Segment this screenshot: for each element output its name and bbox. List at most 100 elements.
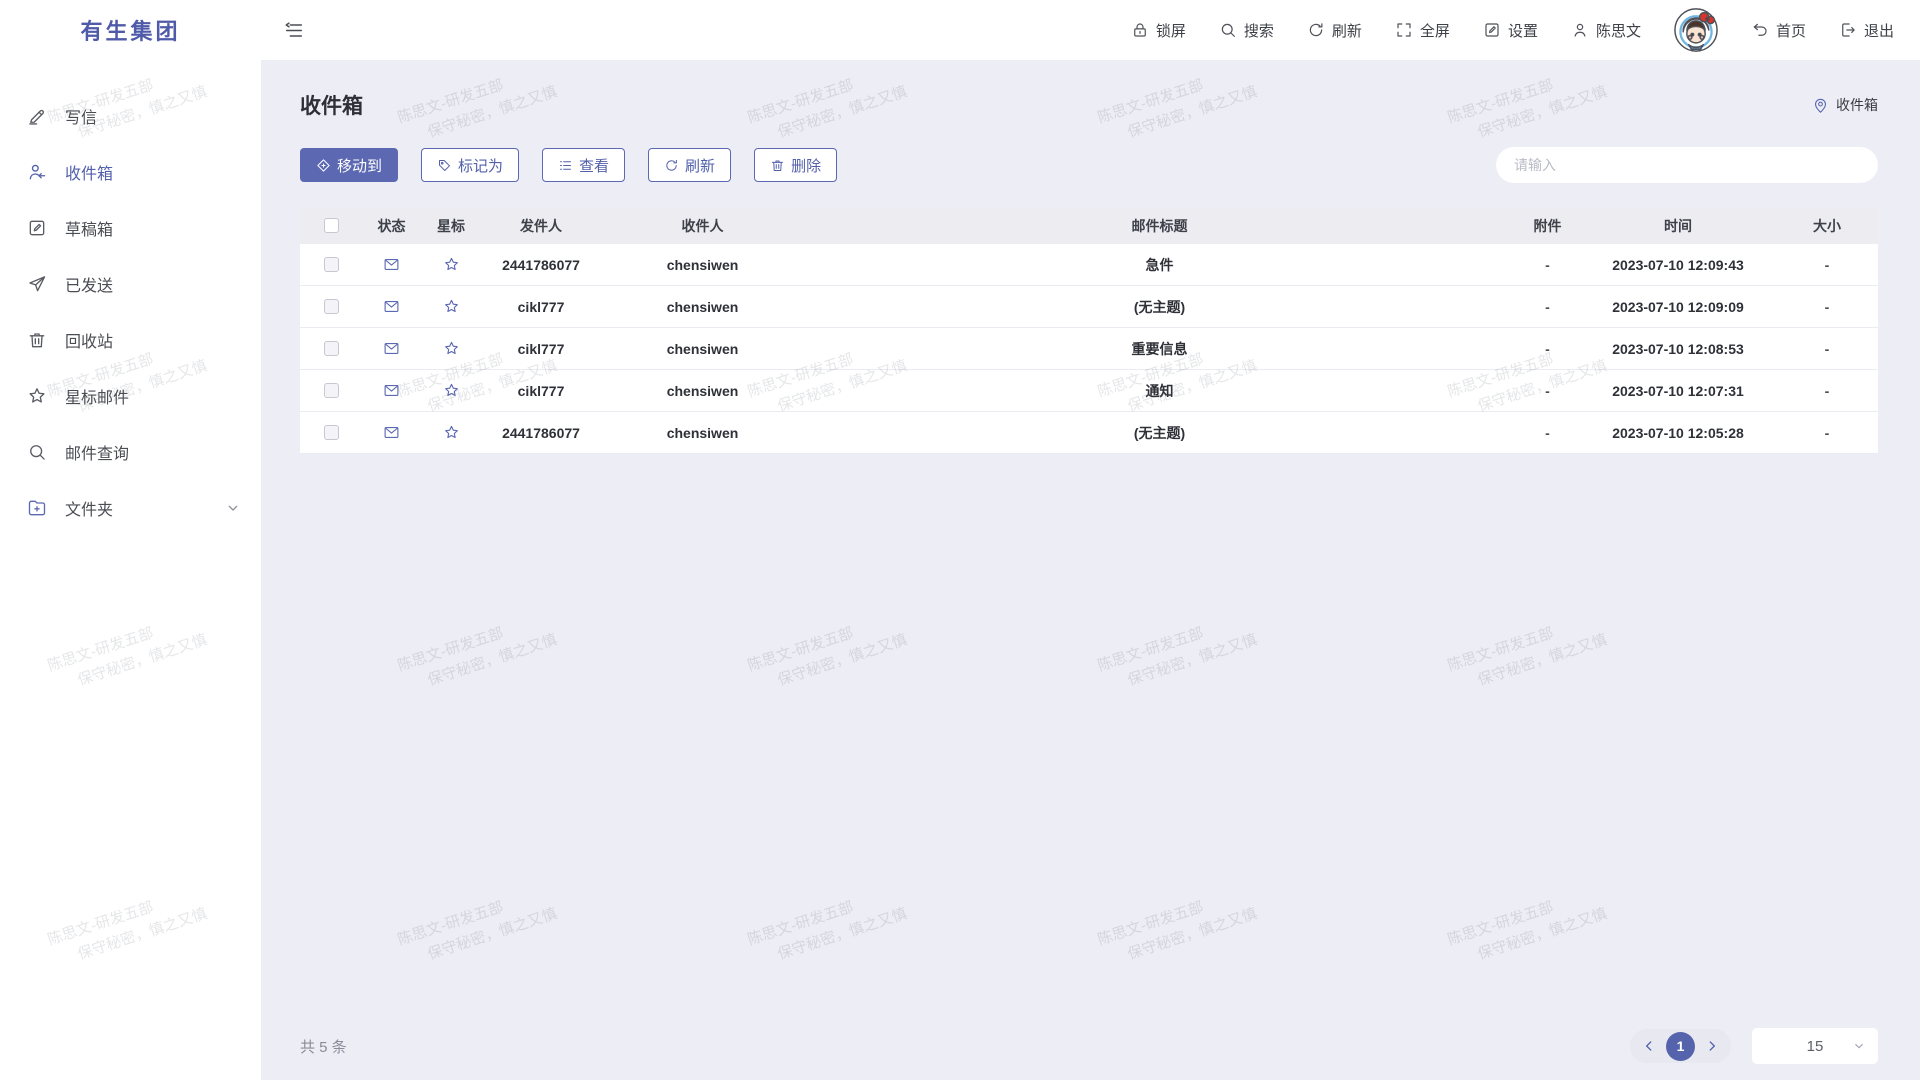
sidebar-item[interactable]: 回收站 [0,312,261,368]
topbar-item[interactable]: 刷新 [1307,20,1362,41]
toolbar-button-icon [558,158,573,173]
sidebar-item-icon [27,386,47,406]
toolbar: 移动到 标记为 查看 刷新 删除 [300,147,1878,183]
main-content: 收件箱 收件箱 移动到 标记为 查看 刷新 [261,60,1920,1080]
sidebar-item-label: 星标邮件 [65,384,129,408]
row-checkbox[interactable] [324,341,339,356]
toolbar-button[interactable]: 移动到 [300,148,398,182]
unread-envelope-icon [383,382,400,399]
col-header-subject: 邮件标题 [804,216,1515,236]
topbar-item[interactable]: 搜索 [1219,20,1274,41]
toolbar-button-icon [316,158,331,173]
toolbar-button[interactable]: 删除 [754,148,837,182]
topbar-item-label: 全屏 [1420,20,1450,41]
app-logo: 有生集团 [0,0,261,60]
toolbar-button-label: 刷新 [685,155,715,176]
table-row[interactable]: 2441786077 chensiwen (无主题) - 2023-07-10 … [300,412,1878,454]
sidebar-item-icon [27,330,47,350]
mail-table: 状态 星标 发件人 收件人 邮件标题 附件 时间 大小 2441786077 c… [300,207,1878,454]
sidebar-item-label: 收件箱 [65,160,113,184]
col-header-time: 时间 [1580,216,1776,236]
topbar-item-icon [1483,21,1501,39]
topbar-item[interactable]: 陈思文 [1571,20,1641,41]
unread-envelope-icon [383,424,400,441]
toolbar-button-icon [664,158,679,173]
table-body: 2441786077 chensiwen 急件 - 2023-07-10 12:… [300,244,1878,454]
toolbar-button-icon [437,158,452,173]
row-sender: cikl777 [481,299,601,315]
pager: 1 [1630,1029,1731,1063]
table-row[interactable]: cikl777 chensiwen (无主题) - 2023-07-10 12:… [300,286,1878,328]
sidebar-item-icon [27,274,47,294]
toolbar-button-icon [770,158,785,173]
prev-page-icon[interactable] [1642,1039,1656,1053]
page-number[interactable]: 1 [1666,1032,1695,1061]
toolbar-button[interactable]: 标记为 [421,148,519,182]
star-toggle-icon[interactable] [443,298,460,315]
col-header-recipient: 收件人 [601,216,804,236]
page-size-value: 15 [1807,1038,1824,1055]
toolbar-button-label: 查看 [579,155,609,176]
row-sender: 2441786077 [481,257,601,273]
toolbar-button[interactable]: 查看 [542,148,625,182]
toolbar-button-label: 移动到 [337,155,382,176]
sidebar-item[interactable]: 星标邮件 [0,368,261,424]
row-size: - [1776,257,1878,273]
sidebar-item-icon [27,162,47,182]
row-recipient: chensiwen [601,341,804,357]
sidebar-item[interactable]: 文件夹 [0,480,261,536]
topbar-item[interactable]: 锁屏 [1131,20,1186,41]
toolbar-button-label: 标记为 [458,155,503,176]
row-recipient: chensiwen [601,299,804,315]
user-avatar[interactable] [1674,8,1718,52]
row-checkbox[interactable] [324,299,339,314]
sidebar-item-label: 写信 [65,104,97,128]
row-subject: 通知 [804,381,1515,401]
row-checkbox[interactable] [324,383,339,398]
next-page-icon[interactable] [1705,1039,1719,1053]
sidebar-item-label: 草稿箱 [65,216,113,240]
table-row[interactable]: cikl777 chensiwen 重要信息 - 2023-07-10 12:0… [300,328,1878,370]
sidebar-item[interactable]: 草稿箱 [0,200,261,256]
topbar-item-icon [1674,8,1718,52]
topbar-item[interactable]: 全屏 [1395,20,1450,41]
row-subject: 急件 [804,255,1515,275]
sidebar: 有生集团 写信 收件箱 草稿箱 已发送 回收站 [0,0,261,1080]
sidebar-item[interactable]: 写信 [0,88,261,144]
star-toggle-icon[interactable] [443,382,460,399]
breadcrumb: 收件箱 [1812,95,1878,115]
search-input[interactable] [1496,147,1878,183]
row-sender: 2441786077 [481,425,601,441]
topbar-item-label: 锁屏 [1156,20,1186,41]
row-subject: (无主题) [804,297,1515,317]
row-sender: cikl777 [481,341,601,357]
sidebar-item[interactable]: 已发送 [0,256,261,312]
star-toggle-icon[interactable] [443,424,460,441]
topbar-item[interactable]: 设置 [1483,20,1538,41]
table-row[interactable]: cikl777 chensiwen 通知 - 2023-07-10 12:07:… [300,370,1878,412]
topbar-item[interactable]: 首页 [1751,20,1806,41]
star-toggle-icon[interactable] [443,256,460,273]
row-subject: (无主题) [804,423,1515,443]
row-checkbox[interactable] [324,257,339,272]
row-time: 2023-07-10 12:05:28 [1580,425,1776,441]
row-size: - [1776,383,1878,399]
table-row[interactable]: 2441786077 chensiwen 急件 - 2023-07-10 12:… [300,244,1878,286]
sidebar-item[interactable]: 收件箱 [0,144,261,200]
page-size-select[interactable]: 15 [1752,1028,1878,1064]
topbar-item-icon [1219,21,1237,39]
row-checkbox[interactable] [324,425,339,440]
row-time: 2023-07-10 12:08:53 [1580,341,1776,357]
topbar-actions: 锁屏 搜索 刷新 全屏 设置 陈思文 首页 [1131,8,1894,52]
sidebar-item[interactable]: 邮件查询 [0,424,261,480]
select-all-checkbox[interactable] [324,218,339,233]
collapse-sidebar-icon[interactable] [283,19,305,41]
col-header-attach: 附件 [1515,216,1580,236]
row-time: 2023-07-10 12:09:43 [1580,257,1776,273]
star-toggle-icon[interactable] [443,340,460,357]
topbar-item-icon [1839,21,1857,39]
toolbar-button[interactable]: 刷新 [648,148,731,182]
row-attachment: - [1515,257,1580,273]
topbar-item[interactable]: 退出 [1839,20,1894,41]
topbar-item-label: 设置 [1508,20,1538,41]
